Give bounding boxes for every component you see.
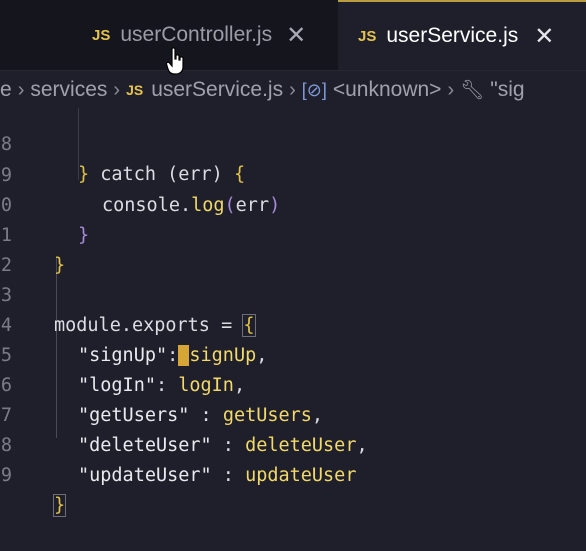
code-line: 9 console.log(err) [0, 131, 586, 216]
code-line: 1 } [0, 191, 586, 276]
code-line: 0 } [0, 161, 586, 246]
js-file-icon: JS [126, 82, 144, 98]
tab-user-controller[interactable]: JS userController.js ✕ [92, 0, 338, 70]
code-line: 3 module.exports = { [0, 251, 586, 337]
js-file-icon: JS [358, 27, 377, 45]
code-line: 5 "logIn": logIn, [0, 311, 586, 396]
code-line: 9 } [0, 431, 586, 517]
code-line: 8 } catch (err) { [0, 100, 586, 185]
close-icon[interactable]: ✕ [534, 22, 554, 51]
code-editor[interactable]: 8 } catch (err) { 9 console.log(err) 0 }… [0, 108, 586, 517]
chevron-right-icon: › [113, 78, 121, 101]
tab-bar: JS userController.js ✕ JS userService.js… [0, 0, 586, 71]
code-line: 7 "deleteUser" : deleteUser, [0, 371, 586, 456]
breadcrumb-property[interactable]: "sig [490, 78, 524, 102]
chevron-right-icon: › [447, 78, 455, 101]
wrench-icon: 🔧︎ [460, 80, 485, 101]
code-line: 4 "signUp": signUp, [0, 281, 586, 366]
breadcrumb-root[interactable]: e [0, 78, 12, 102]
tab-label: userController.js [120, 23, 273, 46]
close-icon[interactable]: ✕ [286, 21, 306, 50]
chevron-right-icon: › [17, 78, 25, 101]
breadcrumb-file[interactable]: userService.js [151, 78, 283, 102]
variable-symbol-icon: [⊘] [301, 79, 327, 100]
chevron-right-icon: › [289, 78, 296, 101]
line-number: 9 [0, 465, 12, 486]
tab-label: userService.js [386, 24, 519, 47]
tab-user-service[interactable]: JS userService.js ✕ [338, 0, 586, 70]
breadcrumb-symbol[interactable]: <unknown> [333, 78, 442, 102]
code-line: 6 "getUsers" : getUsers, [0, 341, 586, 426]
code-line: 2 [0, 221, 586, 276]
hand-pointer-icon [166, 47, 184, 75]
code-line: 8 "updateUser" : updateUser [0, 401, 586, 486]
js-file-icon: JS [92, 26, 111, 44]
breadcrumb-folder[interactable]: services [30, 78, 107, 102]
